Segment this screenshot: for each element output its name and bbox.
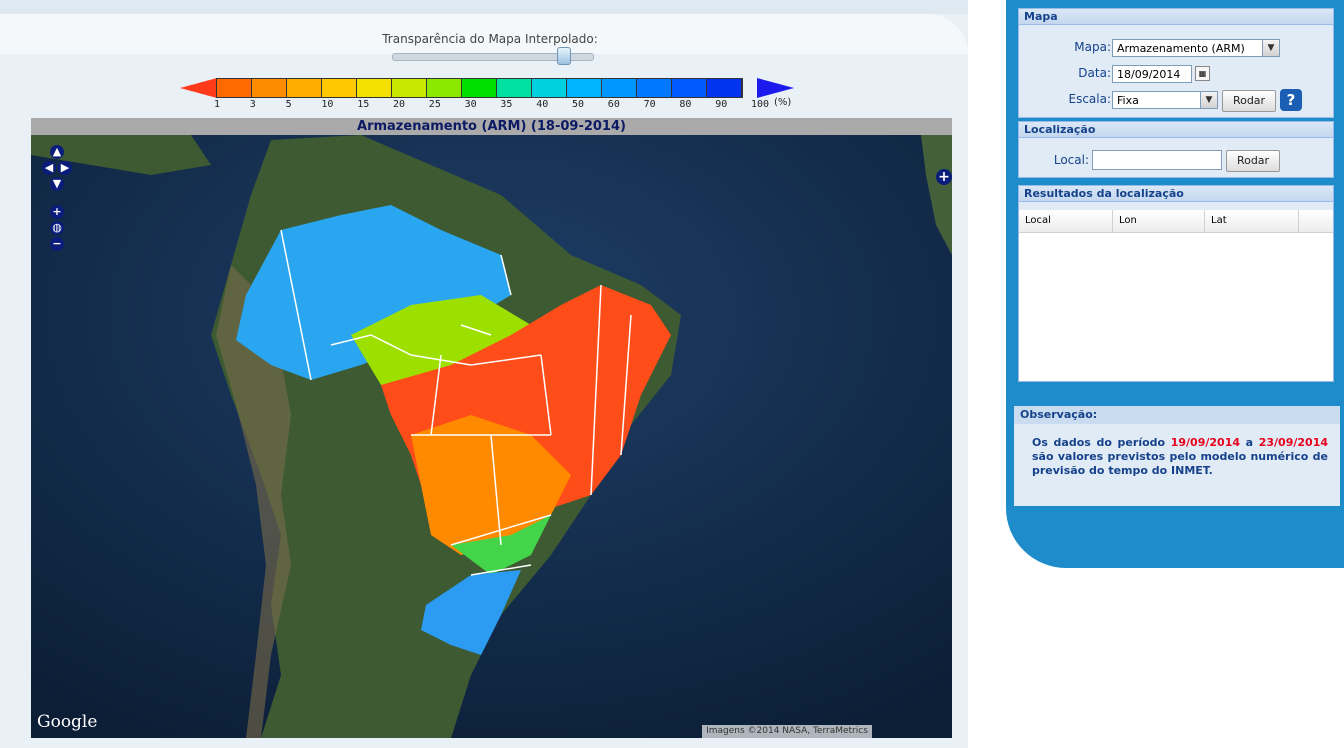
observacao-panel: Observação: Os dados do período 19/09/20… [1014, 406, 1340, 506]
legend-tick-label: 35 [500, 99, 513, 110]
legend-tick-label: 3 [249, 99, 256, 110]
resultados-grid-body [1019, 233, 1333, 381]
legend-tick-label: 1 [214, 99, 221, 110]
column-divider [1112, 210, 1113, 232]
mapa-panel-title: Mapa [1019, 9, 1333, 25]
legend-swatch [357, 79, 392, 97]
escala-select-value: Fixa [1117, 94, 1139, 107]
escala-select[interactable]: Fixa ▼ [1112, 91, 1218, 109]
legend-swatch [532, 79, 567, 97]
column-lat[interactable]: Lat [1211, 215, 1227, 226]
mapa-select[interactable]: Armazenamento (ARM) ▼ [1112, 39, 1280, 57]
calendar-icon[interactable]: ▦ [1195, 66, 1210, 81]
legend-tick-label: 80 [679, 99, 692, 110]
legend-tick-label: 15 [357, 99, 370, 110]
observacao-title: Observação: [1014, 406, 1340, 424]
column-lon[interactable]: Lon [1119, 215, 1137, 226]
layer-switcher-plus-icon[interactable]: + [936, 169, 952, 185]
help-icon[interactable]: ? [1280, 89, 1302, 111]
legend-tick-label: 70 [643, 99, 656, 110]
color-legend: 1 3 5 10 15 20 25 30 35 40 50 60 70 80 90 100 (%) [180, 78, 795, 110]
sidebar: Mapa Mapa: Armazenamento (ARM) ▼ Data: 1… [1006, 0, 1344, 568]
legend-left-arrow [180, 78, 217, 98]
pan-up-icon[interactable]: ▲ [50, 145, 64, 159]
observacao-text-after: são valores previstos pelo modelo numéri… [1032, 450, 1328, 477]
legend-swatch [672, 79, 707, 97]
zoom-out-icon[interactable]: − [50, 237, 64, 251]
legend-right-arrow [757, 78, 794, 98]
data-label: Data: [1078, 66, 1111, 80]
legend-swatch [602, 79, 637, 97]
chevron-down-icon[interactable]: ▼ [1262, 40, 1279, 56]
legend-tick-label: 30 [464, 99, 477, 110]
column-divider [1204, 210, 1205, 232]
observacao-date-start: 19/09/2014 [1170, 436, 1240, 449]
legend-bar [216, 78, 743, 98]
legend-tick-label: 40 [536, 99, 549, 110]
localizacao-panel: Localização Local: Rodar [1018, 121, 1334, 178]
resultados-panel: Resultados da localização Local Lon Lat [1018, 185, 1334, 382]
legend-tick-label: 10 [321, 99, 334, 110]
data-field[interactable]: 18/09/2014 [1112, 65, 1192, 83]
localizacao-panel-title: Localização [1019, 122, 1333, 138]
mapa-select-value: Armazenamento (ARM) [1117, 42, 1245, 55]
transparency-label: Transparência do Mapa Interpolado: [382, 32, 598, 46]
legend-swatch [497, 79, 532, 97]
legend-unit: (%) [774, 97, 792, 108]
legend-swatch [707, 79, 742, 97]
legend-swatch [217, 79, 252, 97]
legend-tick-label: 25 [428, 99, 441, 110]
mapa-label: Mapa: [1074, 40, 1111, 54]
legend-swatch [252, 79, 287, 97]
map-navigation: ▲ ◀ ▶ ▼ + ◍ − [42, 145, 72, 255]
observacao-middle: a [1240, 436, 1259, 449]
legend-swatch [637, 79, 672, 97]
resultados-grid-header: Local Lon Lat [1019, 210, 1333, 233]
legend-tick-label: 90 [715, 99, 728, 110]
legend-swatch [462, 79, 497, 97]
resultados-panel-title: Resultados da localização [1019, 186, 1333, 202]
map-svg [31, 135, 952, 738]
legend-tick-label: 5 [285, 99, 292, 110]
local-input[interactable] [1092, 150, 1222, 170]
legend-swatch [322, 79, 357, 97]
observacao-text-before: Os dados do período [1032, 436, 1171, 449]
escala-label: Escala: [1068, 92, 1111, 106]
pan-right-icon[interactable]: ▶ [58, 161, 72, 175]
zoom-in-icon[interactable]: + [50, 205, 64, 219]
local-rodar-button[interactable]: Rodar [1226, 150, 1280, 172]
observacao-date-end: 23/09/2014 [1258, 436, 1328, 449]
column-divider [1298, 210, 1299, 232]
pan-down-icon[interactable]: ▼ [50, 177, 64, 191]
mapa-panel: Mapa Mapa: Armazenamento (ARM) ▼ Data: 1… [1018, 8, 1334, 118]
legend-tick-label: 60 [607, 99, 620, 110]
google-logo: Google [37, 712, 98, 732]
legend-swatch [567, 79, 602, 97]
column-local[interactable]: Local [1025, 215, 1051, 226]
legend-swatch [392, 79, 427, 97]
local-label: Local: [1053, 153, 1089, 167]
world-icon[interactable]: ◍ [50, 221, 64, 235]
pan-left-icon[interactable]: ◀ [42, 161, 56, 175]
data-field-value: 18/09/2014 [1117, 68, 1181, 81]
map-title: Armazenamento (ARM) (18-09-2014) [31, 118, 952, 135]
legend-tick-label: 100 [751, 99, 770, 110]
transparency-slider-thumb[interactable] [557, 47, 571, 65]
legend-tick-label: 50 [572, 99, 585, 110]
legend-tick-label: 20 [393, 99, 406, 110]
legend-swatch [287, 79, 322, 97]
top-strip [0, 0, 968, 14]
chevron-down-icon[interactable]: ▼ [1200, 92, 1217, 108]
rodar-button[interactable]: Rodar [1222, 90, 1276, 112]
map-view[interactable] [31, 135, 952, 738]
map-attribution: Imagens ©2014 NASA, TerraMetrics [702, 725, 872, 738]
legend-swatch [427, 79, 462, 97]
observacao-text: Os dados do período 19/09/2014 a 23/09/2… [1014, 424, 1340, 478]
